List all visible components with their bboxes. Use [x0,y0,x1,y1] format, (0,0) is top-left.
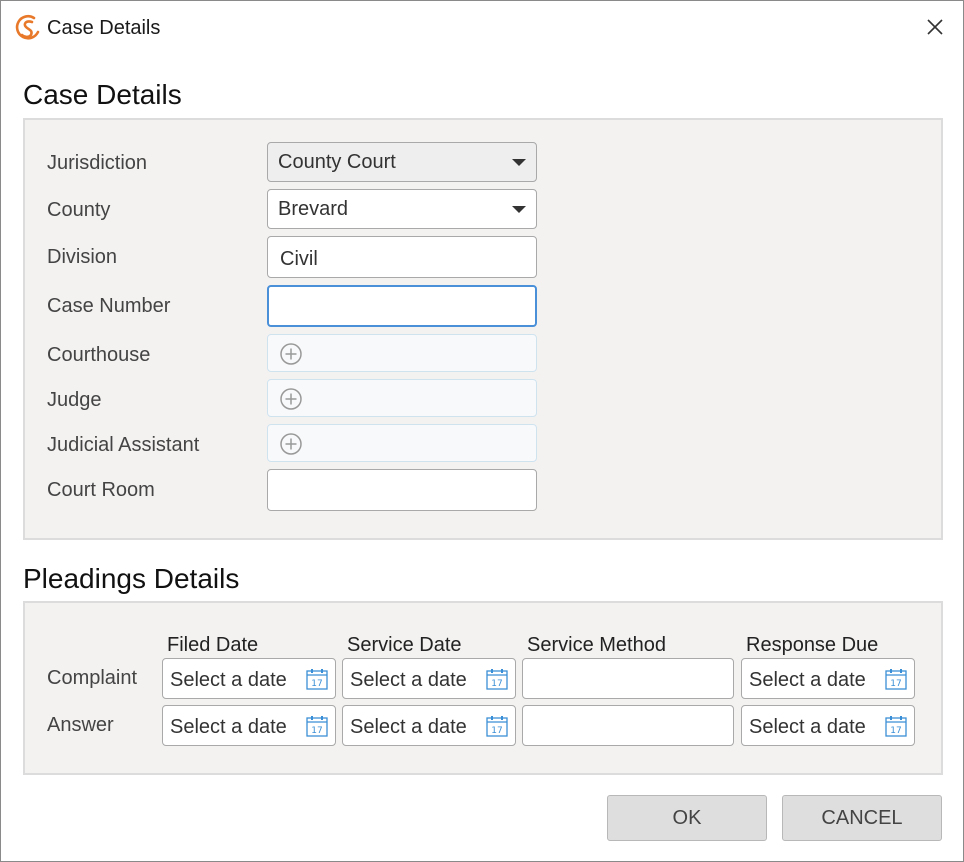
case-number-label: Case Number [47,295,171,317]
court-room-input[interactable] [267,469,537,511]
add-circle-icon[interactable] [280,343,302,365]
courthouse-label: Courthouse [47,344,151,366]
chevron-down-icon [512,159,526,166]
case-details-heading: Case Details [23,79,182,110]
case-number-input[interactable] [267,285,537,327]
judicial-assistant-label: Judicial Assistant [47,434,200,456]
courthouse-lookup[interactable] [267,334,537,372]
date-placeholder: Select a date [170,716,287,738]
court-room-label: Court Room [47,479,155,501]
judge-lookup[interactable] [267,379,537,417]
column-header-service-date: Service Date [347,634,462,656]
pleadings-heading: Pleadings Details [23,563,240,594]
calendar-icon[interactable]: 17 [884,667,908,691]
answer-response-due[interactable]: Select a date 17 [741,705,915,746]
division-input[interactable]: Civil [267,236,537,278]
case-details-panel: Jurisdiction County Court County Brevard… [23,118,943,540]
svg-text:17: 17 [311,726,322,736]
column-header-service-method: Service Method [527,634,666,656]
division-label: Division [47,246,118,268]
calendar-icon[interactable]: 17 [485,714,509,738]
calendar-icon[interactable]: 17 [305,714,329,738]
svg-text:17: 17 [311,679,322,689]
column-header-response-due: Response Due [746,634,879,656]
svg-text:17: 17 [491,726,502,736]
calendar-icon[interactable]: 17 [485,667,509,691]
answer-filed-date[interactable]: Select a date 17 [162,705,336,746]
complaint-service-date[interactable]: Select a date 17 [342,658,516,699]
judge-label: Judge [47,389,102,411]
calendar-icon[interactable]: 17 [305,667,329,691]
svg-text:17: 17 [890,726,901,736]
row-label-complaint: Complaint [47,667,138,689]
close-icon[interactable] [919,11,951,43]
date-placeholder: Select a date [749,669,866,691]
add-circle-icon[interactable] [280,433,302,455]
title-bar: Case Details [1,1,963,55]
row-label-answer: Answer [47,714,114,736]
calendar-icon[interactable]: 17 [884,714,908,738]
app-logo-icon [15,15,40,40]
date-placeholder: Select a date [170,669,287,691]
jurisdiction-value: County Court [278,151,396,173]
window-title: Case Details [47,17,161,39]
svg-text:17: 17 [890,679,901,689]
answer-service-date[interactable]: Select a date 17 [342,705,516,746]
jurisdiction-select[interactable]: County Court [267,142,537,182]
svg-text:17: 17 [491,679,502,689]
complaint-filed-date[interactable]: Select a date 17 [162,658,336,699]
case-details-dialog: Case Details Case Details Jurisdiction C… [0,0,964,862]
column-header-filed-date: Filed Date [167,634,259,656]
date-placeholder: Select a date [749,716,866,738]
division-value: Civil [280,248,318,270]
complaint-service-method[interactable] [522,658,734,699]
county-label: County [47,199,111,221]
judicial-assistant-lookup[interactable] [267,424,537,462]
jurisdiction-label: Jurisdiction [47,152,148,174]
answer-service-method[interactable] [522,705,734,746]
cancel-button[interactable]: CANCEL [782,795,942,841]
ok-button[interactable]: OK [607,795,767,841]
chevron-down-icon [512,206,526,213]
pleadings-panel: Filed Date Service Date Service Method R… [23,601,943,775]
county-select[interactable]: Brevard [267,189,537,229]
add-circle-icon[interactable] [280,388,302,410]
date-placeholder: Select a date [350,669,467,691]
complaint-response-due[interactable]: Select a date 17 [741,658,915,699]
county-value: Brevard [278,198,349,220]
date-placeholder: Select a date [350,716,467,738]
